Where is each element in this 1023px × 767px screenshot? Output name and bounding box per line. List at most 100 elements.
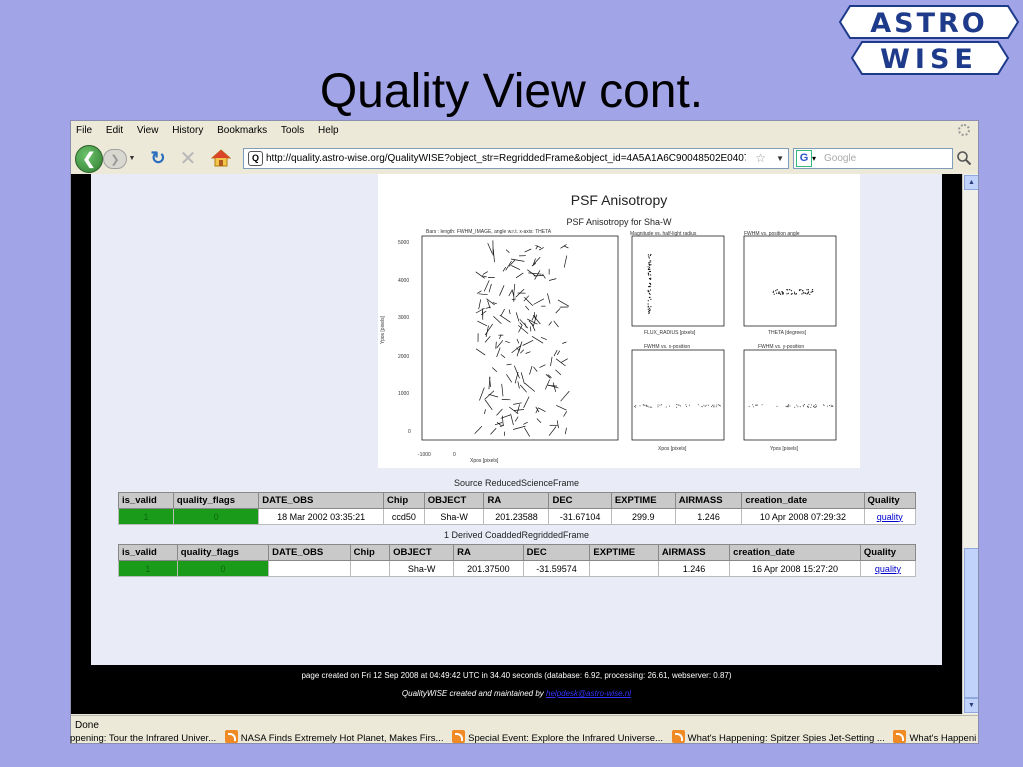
vertical-scrollbar[interactable]: ▲ ▼ [962,174,978,714]
fwhm-ypos-point [786,406,788,408]
psf-bar [514,409,525,411]
psf-bar [478,293,488,296]
fwhm-theta-point [809,293,811,295]
menu-tools[interactable]: Tools [276,121,310,136]
psf-bar [501,383,504,397]
url-text[interactable]: http://quality.astro-wise.org/QualityWIS… [266,149,746,168]
search-bar[interactable]: G ▾ Google [793,148,953,169]
news-item[interactable]: What's Happening: Spitzer Spies Jet-Sett… [671,728,885,750]
psf-bar [524,297,534,307]
news-item[interactable]: What's Happeni [893,728,976,750]
rss-icon [671,730,685,743]
arrow-right-icon: ❯ [110,153,120,166]
col-is-valid: is_valid [118,492,174,509]
menu-help[interactable]: Help [313,121,345,136]
psf-bar [563,411,568,417]
psf-bar [494,422,503,426]
psf-bar [547,293,551,304]
scroll-thumb[interactable] [964,548,978,698]
fwhm-theta-point [811,289,814,291]
scroll-up-icon[interactable]: ▲ [964,175,978,190]
url-bar[interactable]: Q http://quality.astro-wise.org/QualityW… [243,148,789,169]
fwhm-theta-point [789,289,791,291]
psf-bar [513,283,516,292]
col-chip: Chip [383,492,425,509]
psf-bar [540,336,547,341]
psf-bar [563,255,568,268]
fwhm-ypos-point [808,406,809,408]
psf-bar [538,407,546,413]
fwhm-xpos-point [635,406,637,408]
psf-bar [516,338,520,344]
url-dropdown-icon[interactable]: ▼ [776,149,784,168]
fwhm-ypos-point [799,406,801,408]
psf-bar [553,349,558,357]
fwhm-xpos-point [719,404,721,406]
fwhm-xpos-point [688,404,690,406]
chevron-down-icon[interactable]: ▾ [812,149,816,168]
fwhm-ypos-point [752,404,754,406]
bookmark-star-icon[interactable]: ☆ [755,149,766,168]
menu-edit[interactable]: Edit [101,121,129,136]
psf-bar [561,358,568,363]
search-engine-icon[interactable]: G [796,150,812,167]
fwhm-theta-points [772,289,814,295]
psf-bar [500,308,505,316]
stop-button[interactable]: ✕ [177,147,199,170]
mag-radius-point [647,305,649,307]
menu-view[interactable]: View [132,121,165,136]
derived-table: is_valid quality_flags DATE_OBS Chip OBJ… [118,544,917,577]
search-input[interactable]: Google [824,149,856,168]
airmass-cell: 1.246 [657,560,731,577]
news-item[interactable]: Special Event: Explore the Infrared Univ… [452,728,663,750]
fwhm-ypos-point [788,404,790,406]
psf-bar [502,266,506,272]
quality-link[interactable]: quality [875,564,901,574]
psf-bar [560,390,570,402]
psf-bar [495,341,497,349]
fwhm-ypos-point [789,405,791,407]
menu-bookmarks[interactable]: Bookmarks [212,121,273,136]
main-plot-frame [421,235,619,441]
menu-history[interactable]: History [167,121,209,136]
col-is-valid: is_valid [118,544,178,561]
fwhm-xpos-point [665,406,667,408]
forward-button[interactable]: ❯ [103,149,127,169]
back-button[interactable]: ❮ [75,145,103,173]
psf-bar [523,396,530,408]
is-valid-cell: 1 [118,508,174,525]
col-chip: Chip [349,544,391,561]
fwhm-ypos-point [807,406,809,408]
table-row: 1 0 18 Mar 2002 03:35:21 ccd50 Sha-W 201… [118,508,916,525]
mag-radius-point [649,260,651,262]
psf-bar [508,290,513,297]
history-dropdown-button[interactable]: ▼ [127,153,137,163]
scroll-down-icon[interactable]: ▼ [964,698,978,713]
news-item[interactable]: NASA Finds Extremely Hot Planet, Makes F… [224,728,443,750]
psf-bar [480,310,487,315]
home-button[interactable] [209,147,233,169]
date-obs-cell [268,560,351,577]
fwhm-ypos-point [755,404,757,406]
helpdesk-email-link[interactable]: helpdesk@astro-wise.nl [546,689,631,698]
reload-button[interactable]: ↻ [147,147,169,169]
fwhm-xpos-point [701,406,703,408]
quality-flags-cell: 0 [172,508,260,525]
search-button[interactable] [955,149,973,167]
fwhm-theta-point [773,293,775,295]
fwhm-ypos-plot-frame [743,349,837,441]
fwhm-xpos-point [647,405,649,407]
mag-radius-point [648,292,650,294]
psf-bar [533,366,538,372]
fwhm-ypos-point [757,404,759,406]
fwhm-xpos-point [713,406,715,408]
mag-radius-point [648,311,650,313]
psf-bar [544,379,551,390]
creation-date-cell: 16 Apr 2008 15:27:20 [729,560,861,577]
psf-bar [535,245,542,249]
quality-link[interactable]: quality [877,512,903,522]
news-item[interactable]: ppening: Tour the Infrared Univer... [70,728,216,750]
menu-file[interactable]: File [71,121,98,136]
fwhm-ypos-point [804,404,805,405]
col-date-obs: DATE_OBS [268,544,351,561]
